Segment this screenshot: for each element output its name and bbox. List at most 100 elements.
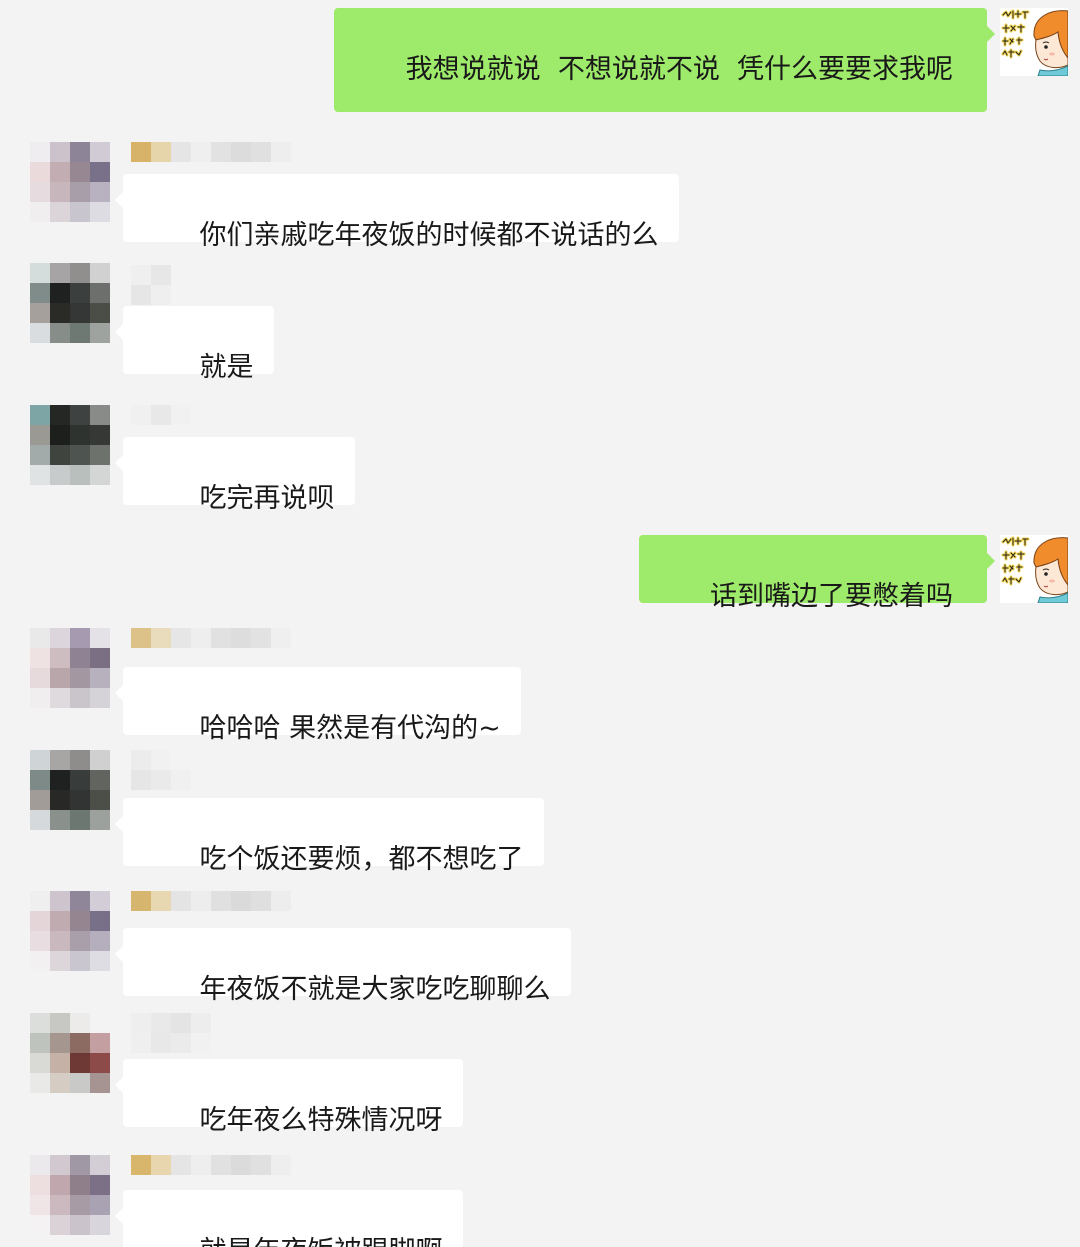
mosaic-cell bbox=[131, 628, 151, 648]
message-text: 你们亲戚吃年夜饭的时候都不说话的么 bbox=[199, 220, 659, 251]
mosaic-cell bbox=[50, 951, 70, 971]
message-bubble-other[interactable]: 哈哈哈 果然是有代沟的~ bbox=[115, 667, 521, 743]
mosaic-cell bbox=[131, 750, 151, 770]
mosaic-cell bbox=[70, 628, 90, 648]
mosaic-cell bbox=[90, 668, 110, 688]
mosaic-row bbox=[131, 1013, 211, 1033]
mosaic-cell bbox=[171, 1155, 191, 1175]
mosaic-cell bbox=[90, 263, 110, 283]
mosaic-cell bbox=[50, 1073, 70, 1093]
pixelated-avatar[interactable] bbox=[30, 1013, 110, 1093]
mosaic-row bbox=[30, 405, 110, 425]
mosaic-cell bbox=[30, 668, 50, 688]
message-bubble-other[interactable]: 年夜饭不就是大家吃吃聊聊么 bbox=[115, 928, 571, 1004]
mosaic-cell bbox=[90, 688, 110, 708]
mosaic-cell bbox=[90, 1013, 110, 1033]
mosaic-cell bbox=[90, 323, 110, 343]
mosaic-cell bbox=[70, 1155, 90, 1175]
mosaic-row bbox=[30, 911, 110, 931]
mosaic-row bbox=[131, 1033, 211, 1053]
pixelated-avatar[interactable] bbox=[30, 142, 110, 222]
message-text: 我想说就说 不想说就不说 凭什么要要求我呢 bbox=[405, 54, 953, 85]
message-bubble-other[interactable]: 就是 bbox=[115, 306, 274, 382]
mosaic-cell bbox=[70, 283, 90, 303]
pixelated-sender-name bbox=[131, 1155, 291, 1175]
pixelated-avatar[interactable] bbox=[30, 405, 110, 485]
mosaic-cell bbox=[191, 1033, 211, 1053]
mosaic-cell bbox=[30, 810, 50, 830]
message-bubble-other[interactable]: 吃个饭还要烦，都不想吃了 bbox=[115, 798, 544, 874]
mosaic-row bbox=[30, 445, 110, 465]
mosaic-cell bbox=[30, 1195, 50, 1215]
mosaic-row bbox=[30, 1195, 110, 1215]
mosaic-cell bbox=[151, 285, 171, 305]
mosaic-cell bbox=[90, 1073, 110, 1093]
mosaic-cell bbox=[90, 770, 110, 790]
mosaic-cell bbox=[50, 668, 70, 688]
mosaic-cell bbox=[50, 750, 70, 770]
mosaic-cell bbox=[90, 790, 110, 810]
mosaic-cell bbox=[90, 425, 110, 445]
mosaic-cell bbox=[50, 810, 70, 830]
mosaic-cell bbox=[30, 750, 50, 770]
mosaic-cell bbox=[131, 285, 151, 305]
mosaic-cell bbox=[90, 445, 110, 465]
mosaic-cell bbox=[131, 1033, 151, 1053]
mosaic-cell bbox=[251, 1155, 271, 1175]
pixelated-avatar[interactable] bbox=[30, 628, 110, 708]
mosaic-cell bbox=[151, 628, 171, 648]
message-bubble-self[interactable]: 我想说就说 不想说就不说 凭什么要要求我呢 bbox=[334, 8, 995, 112]
mosaic-cell bbox=[271, 628, 291, 648]
mosaic-cell bbox=[90, 202, 110, 222]
mosaic-cell bbox=[70, 931, 90, 951]
message-text: 就是年夜饭被踢脚啊 bbox=[200, 1236, 443, 1247]
cartoon-avatar-image bbox=[1000, 8, 1068, 76]
pixelated-sender-name bbox=[131, 405, 191, 425]
mosaic-cell bbox=[271, 142, 291, 162]
mosaic-cell bbox=[70, 162, 90, 182]
mosaic-cell bbox=[30, 465, 50, 485]
mosaic-cell bbox=[171, 628, 191, 648]
mosaic-cell bbox=[30, 263, 50, 283]
mosaic-cell bbox=[231, 1155, 251, 1175]
mosaic-row bbox=[131, 142, 291, 162]
mosaic-cell bbox=[151, 405, 171, 425]
cartoon-girl-avatar-icon[interactable] bbox=[1000, 535, 1068, 603]
mosaic-cell bbox=[271, 1155, 291, 1175]
mosaic-cell bbox=[50, 1033, 70, 1053]
message-bubble-other[interactable]: 你们亲戚吃年夜饭的时候都不说话的么 bbox=[115, 174, 679, 250]
mosaic-cell bbox=[50, 628, 70, 648]
mosaic-cell bbox=[50, 182, 70, 202]
mosaic-row bbox=[30, 891, 110, 911]
message-bubble-other[interactable]: 吃年夜么特殊情况呀 bbox=[115, 1059, 463, 1135]
message-bubble-other[interactable]: 就是年夜饭被踢脚啊 bbox=[115, 1190, 463, 1247]
message-bubble-self[interactable]: 话到嘴边了要憋着吗 bbox=[638, 535, 995, 611]
mosaic-row bbox=[30, 465, 110, 485]
mosaic-cell bbox=[70, 465, 90, 485]
mosaic-cell bbox=[30, 1053, 50, 1073]
mosaic-cell bbox=[131, 405, 151, 425]
mosaic-cell bbox=[50, 465, 70, 485]
mosaic-cell bbox=[90, 1175, 110, 1195]
mosaic-cell bbox=[30, 790, 50, 810]
mosaic-row bbox=[131, 285, 171, 305]
pixelated-avatar[interactable] bbox=[30, 891, 110, 971]
mosaic-cell bbox=[191, 628, 211, 648]
mosaic-cell bbox=[30, 303, 50, 323]
mosaic-cell bbox=[70, 1175, 90, 1195]
mosaic-cell bbox=[30, 688, 50, 708]
mosaic-row bbox=[30, 283, 110, 303]
pixelated-avatar[interactable] bbox=[30, 263, 110, 343]
mosaic-cell bbox=[30, 931, 50, 951]
mosaic-cell bbox=[70, 445, 90, 465]
mosaic-cell bbox=[70, 951, 90, 971]
cartoon-girl-avatar-icon[interactable] bbox=[1000, 8, 1068, 76]
message-text: 哈哈哈 果然是有代沟的~ bbox=[199, 713, 501, 744]
mosaic-row bbox=[30, 425, 110, 445]
mosaic-cell bbox=[90, 303, 110, 323]
pixelated-avatar[interactable] bbox=[30, 750, 110, 830]
message-bubble-other[interactable]: 吃完再说呗 bbox=[115, 437, 355, 513]
mosaic-row bbox=[30, 648, 110, 668]
pixelated-avatar[interactable] bbox=[30, 1155, 110, 1235]
chat-message-list[interactable]: 我想说就说 不想说就不说 凭什么要要求我呢 你们亲戚吃年夜饭的时候都不说话的么 … bbox=[0, 0, 1080, 1247]
